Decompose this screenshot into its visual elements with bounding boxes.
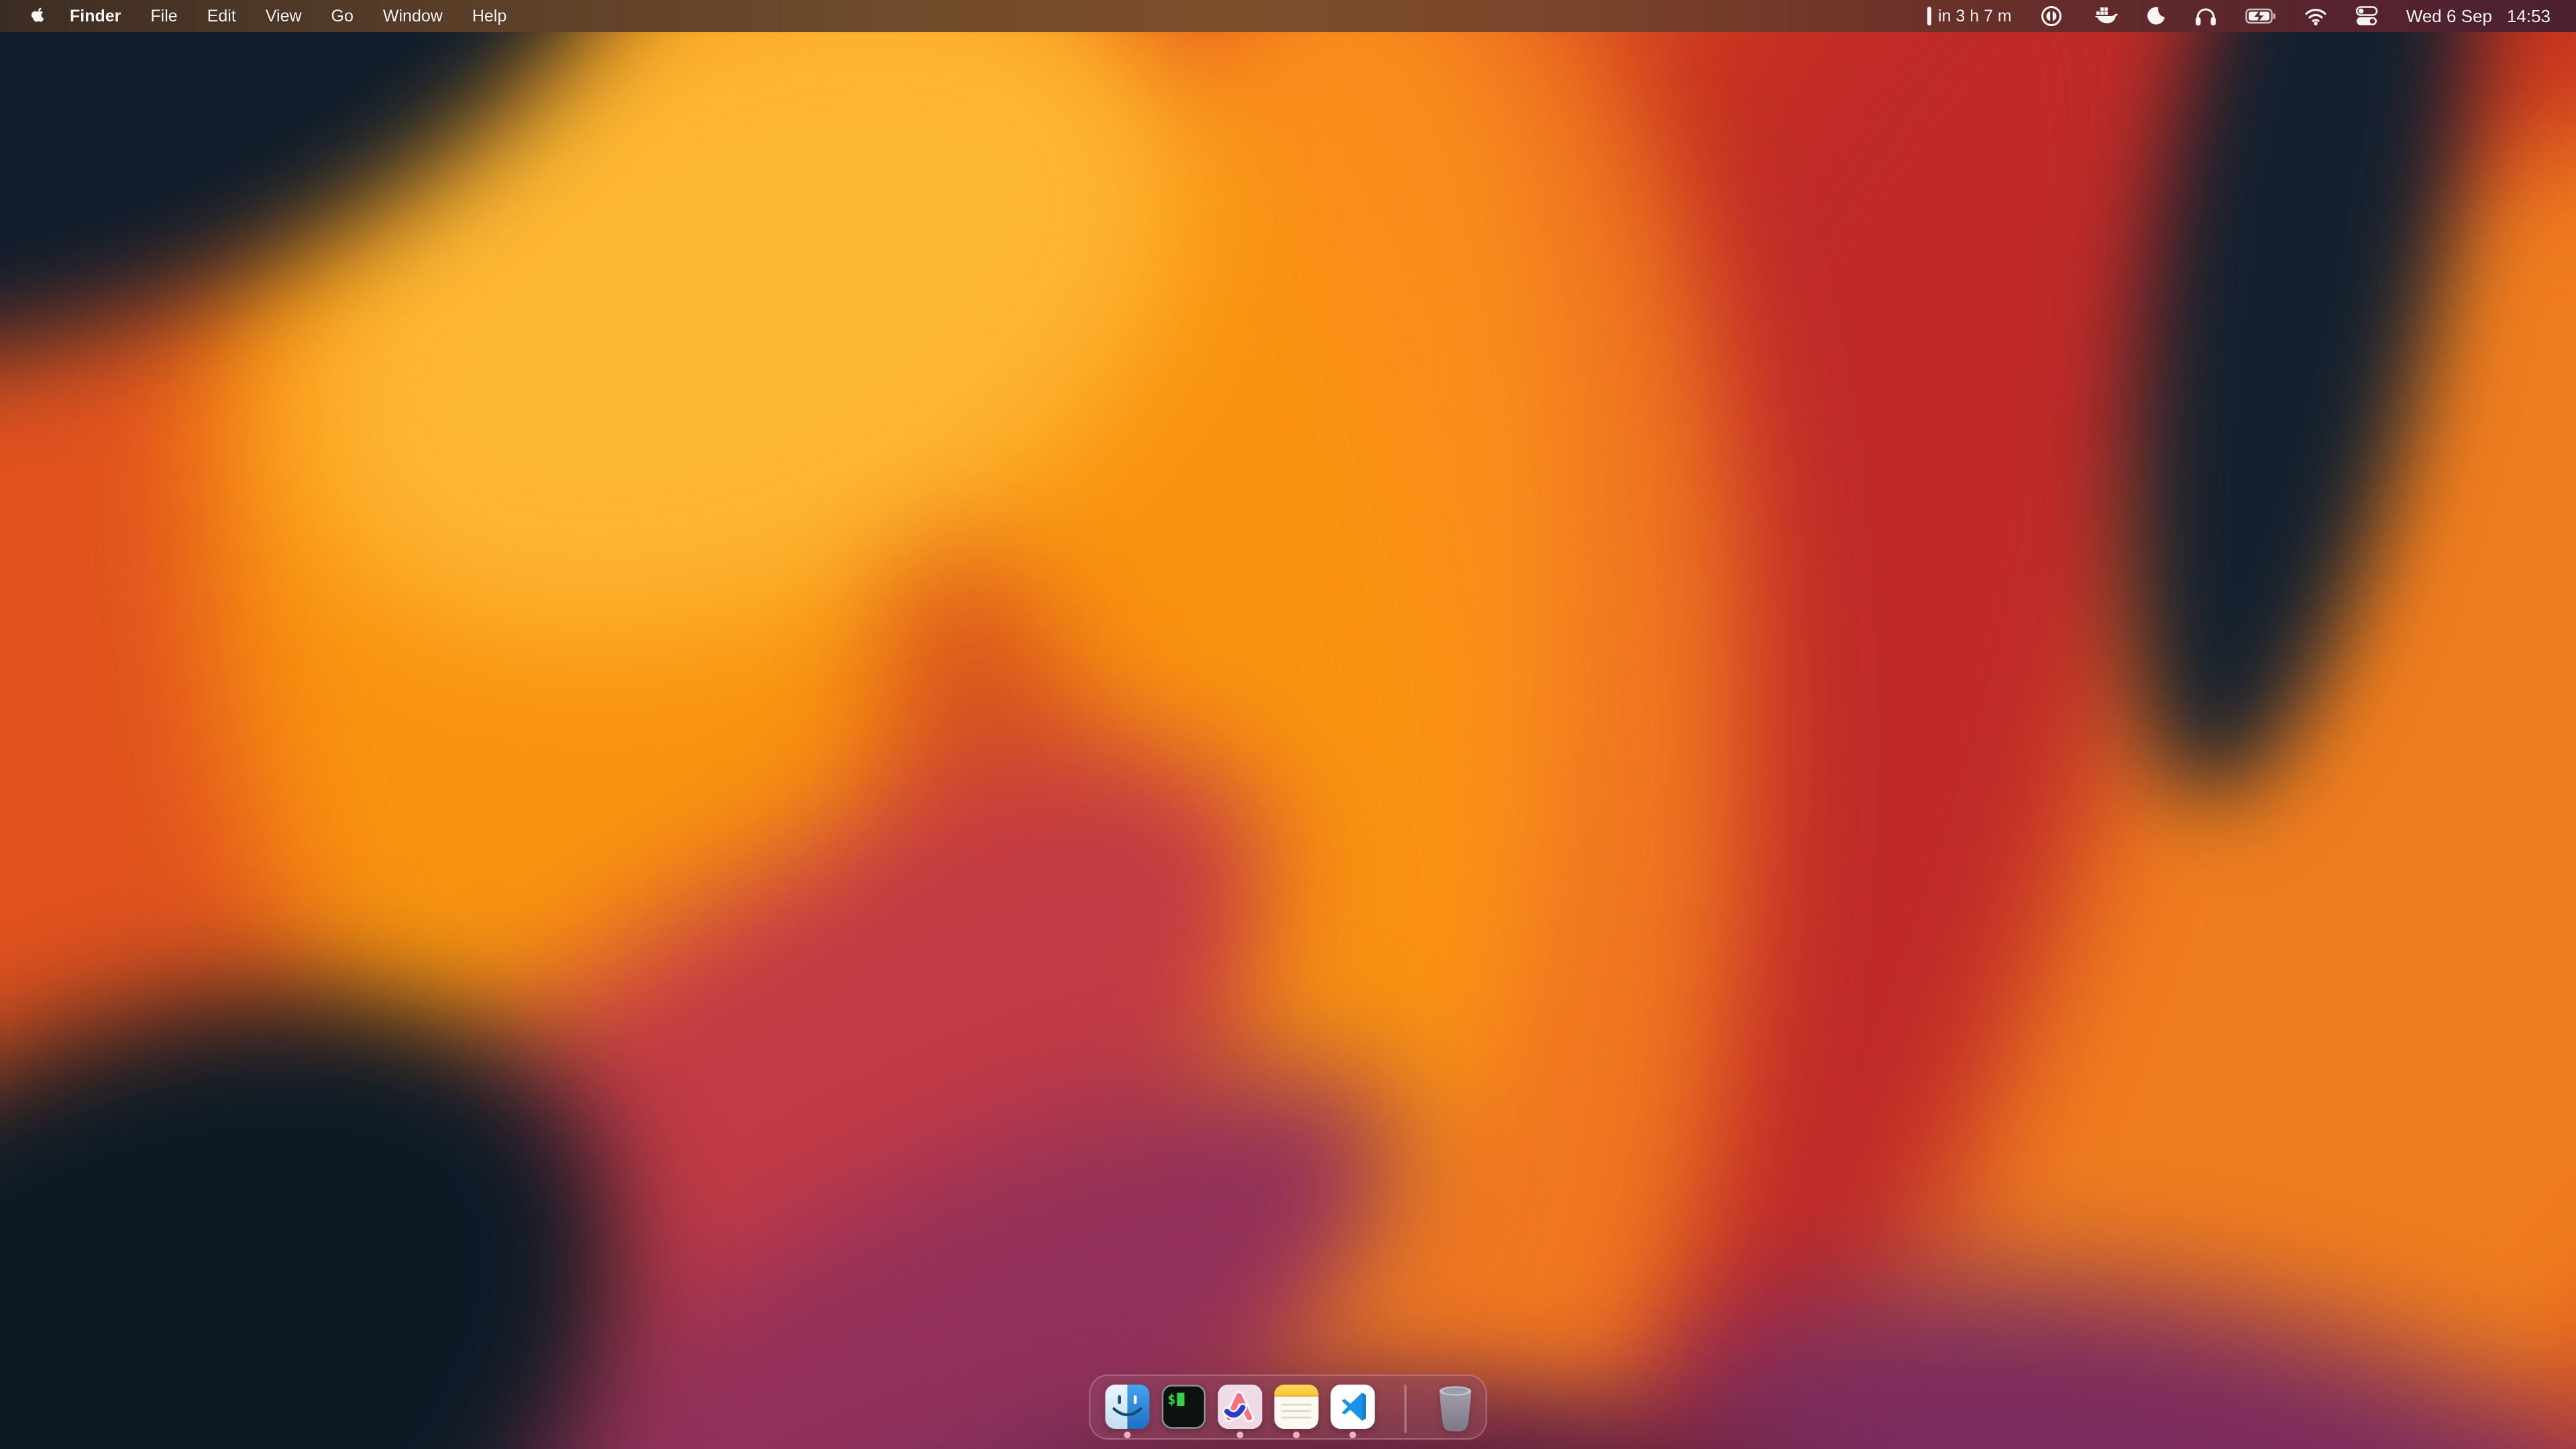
- running-indicator: [1124, 1432, 1131, 1438]
- menubar-docker[interactable]: [2091, 0, 2118, 32]
- menubar-battery[interactable]: [2245, 0, 2276, 32]
- menu-item-view[interactable]: View: [251, 0, 317, 32]
- menubar-headphones[interactable]: [2194, 0, 2217, 32]
- dock-item-terminal[interactable]: $: [1162, 1385, 1206, 1429]
- dock-item-arc[interactable]: [1218, 1385, 1263, 1429]
- trash-icon: [1437, 1385, 1474, 1433]
- dock-separator: [1405, 1385, 1407, 1433]
- apple-menu[interactable]: [27, 7, 50, 25]
- desktop-wallpaper: [0, 0, 2576, 1449]
- menu-list: FinderFileEditViewGoWindowHelp: [55, 0, 521, 32]
- menu-item-edit[interactable]: Edit: [193, 0, 251, 32]
- menu-item-help[interactable]: Help: [458, 0, 521, 32]
- menu-item-file[interactable]: File: [136, 0, 192, 32]
- running-indicator: [1237, 1432, 1244, 1438]
- menu-bar-left: FinderFileEditViewGoWindowHelp: [27, 0, 521, 32]
- menu-item-go[interactable]: Go: [317, 0, 368, 32]
- menu-bar-status-tray: in 3 h 7 m: [1927, 0, 2551, 32]
- date-label: Wed 6 Sep: [2406, 6, 2492, 27]
- apple-logo-icon: [31, 7, 46, 25]
- menubar-focus[interactable]: [2146, 0, 2166, 32]
- dock-item-trash[interactable]: [1436, 1385, 1475, 1429]
- control-center-icon: [2355, 6, 2378, 26]
- timer-label: in 3 h 7 m: [1938, 7, 2012, 26]
- running-indicator: [1293, 1432, 1300, 1438]
- dock: $: [1089, 1375, 1487, 1440]
- wifi-icon: [2304, 7, 2327, 25]
- concentric-circles-icon: [2040, 5, 2063, 28]
- battery-charging-icon: [2245, 8, 2276, 24]
- notes-icon: [1275, 1385, 1319, 1429]
- menu-item-finder[interactable]: Finder: [55, 0, 136, 32]
- vscode-icon: [1331, 1385, 1375, 1429]
- menubar-ring-status[interactable]: [2040, 0, 2063, 32]
- finder-icon: [1106, 1385, 1150, 1429]
- dock-item-finder[interactable]: [1106, 1385, 1150, 1429]
- dock-item-notes[interactable]: [1275, 1385, 1319, 1429]
- menubar-control-center[interactable]: [2355, 0, 2378, 32]
- docker-whale-icon: [2091, 5, 2118, 27]
- headphones-icon: [2194, 6, 2217, 26]
- menubar-timer[interactable]: in 3 h 7 m: [1927, 0, 2012, 32]
- svg-text:$: $: [1168, 1391, 1176, 1407]
- menu-item-window[interactable]: Window: [368, 0, 458, 32]
- menubar-wifi[interactable]: [2304, 0, 2327, 32]
- time-label: 14:53: [2507, 6, 2551, 27]
- desktop: FinderFileEditViewGoWindowHelp in 3 h 7 …: [0, 0, 2576, 1449]
- menubar-clock[interactable]: Wed 6 Sep 14:53: [2406, 6, 2551, 27]
- terminal-icon: $: [1162, 1385, 1206, 1429]
- running-indicator: [1350, 1432, 1356, 1438]
- moon-icon: [2146, 6, 2166, 26]
- arc-browser-icon: [1218, 1385, 1263, 1429]
- vertical-bar-icon: [1927, 7, 1931, 25]
- dock-item-vscode[interactable]: [1331, 1385, 1375, 1429]
- menu-bar: FinderFileEditViewGoWindowHelp in 3 h 7 …: [0, 0, 2576, 32]
